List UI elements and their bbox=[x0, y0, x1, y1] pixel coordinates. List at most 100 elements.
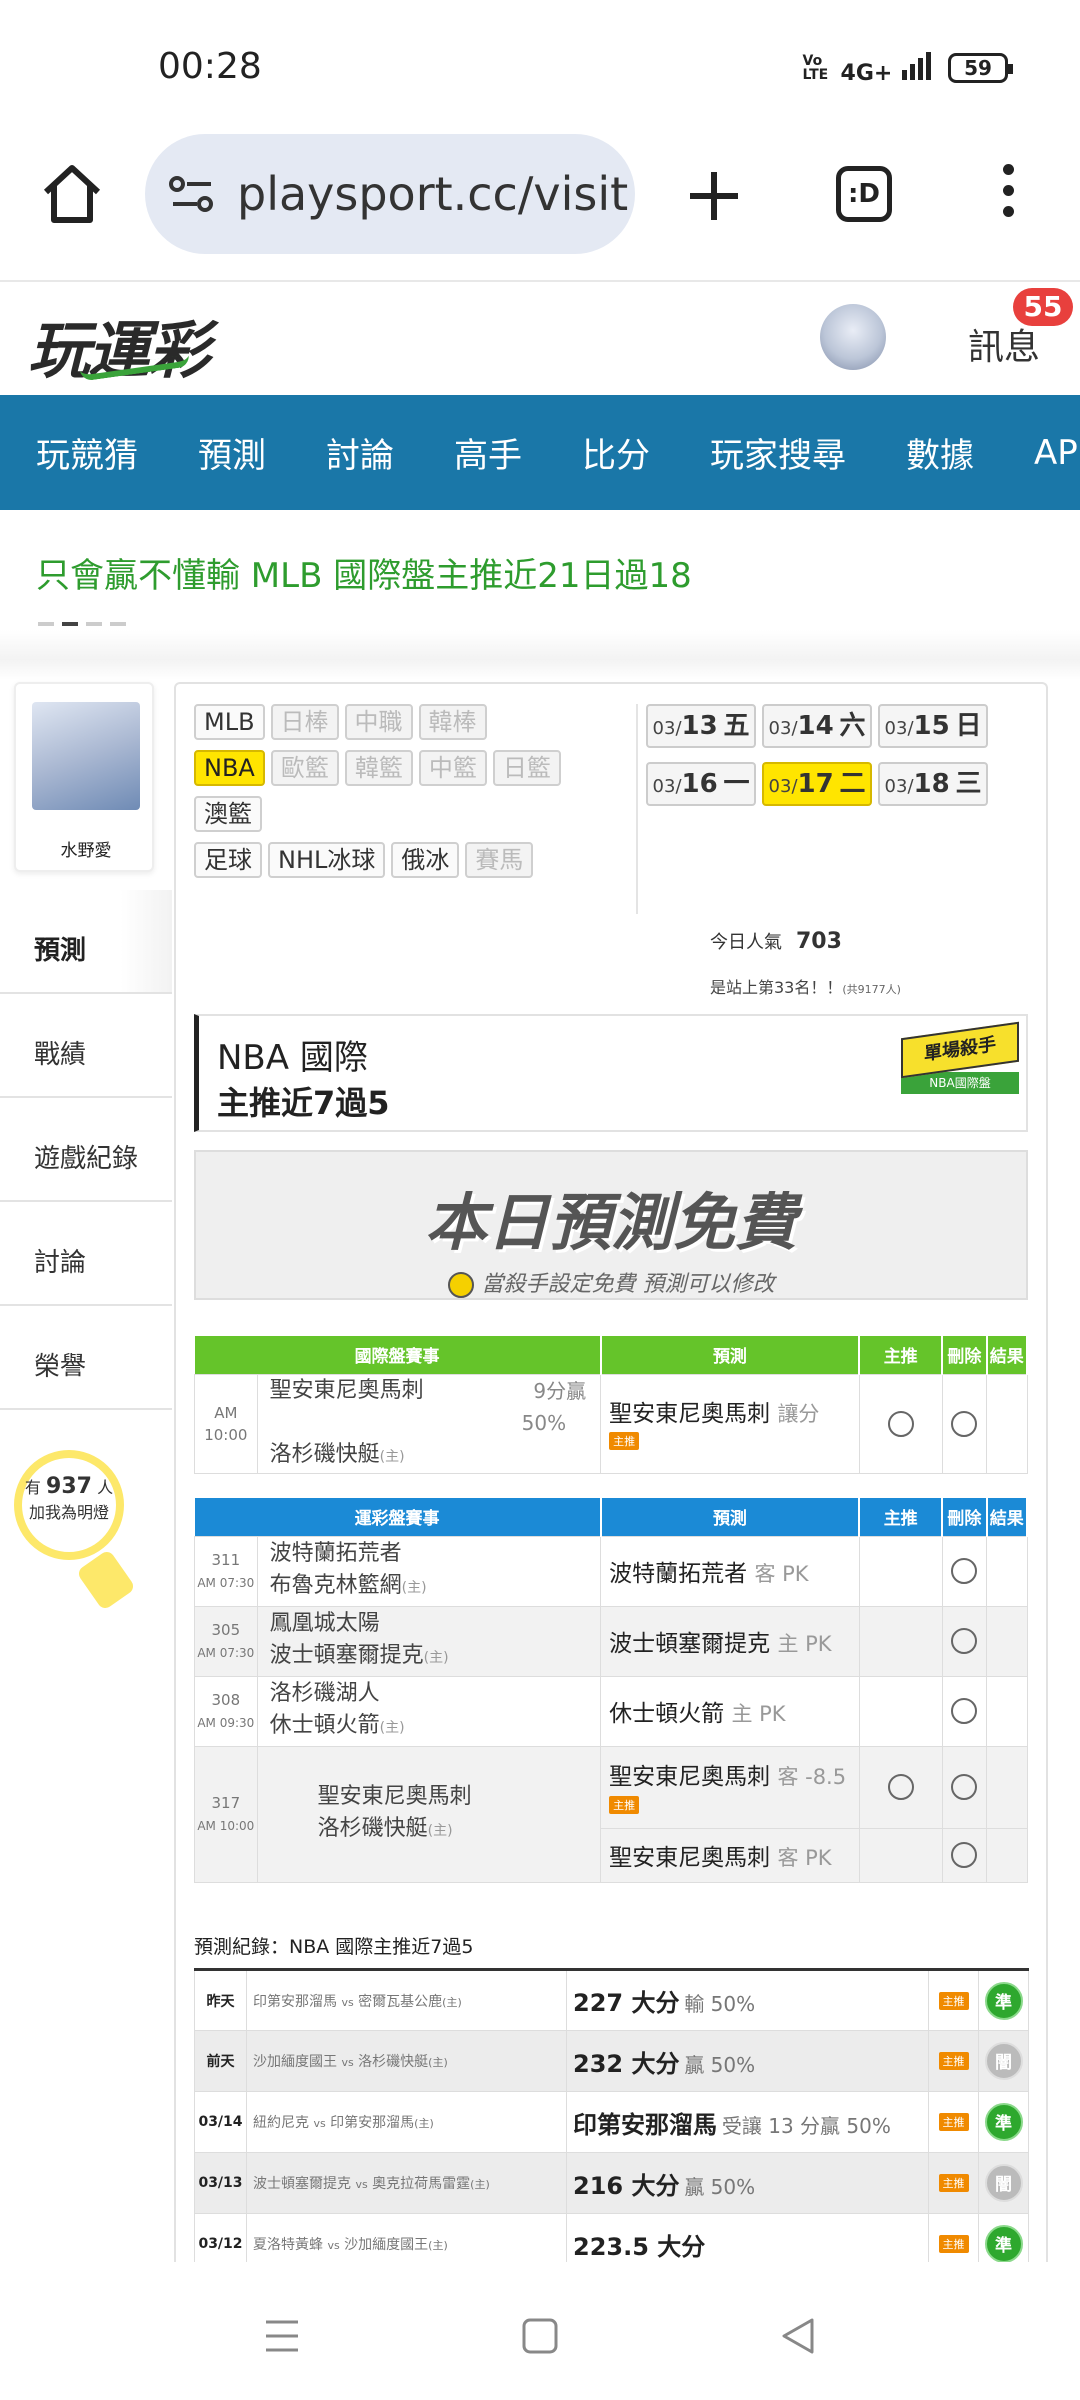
col-header: 主推 bbox=[859, 1336, 944, 1374]
matchup: 鳳凰城太陽 波士頓塞爾提克(主) bbox=[256, 1605, 602, 1677]
status-bar: 00:28 Vo LTE 4G+ 59 bbox=[0, 0, 1080, 120]
home-tag: (主) bbox=[379, 1448, 405, 1465]
delete-radio[interactable] bbox=[951, 1842, 978, 1868]
history-mark-cell: 準 bbox=[978, 1969, 1029, 2031]
nav-item-scores[interactable]: 比分 bbox=[582, 428, 650, 477]
team-home: 洛杉磯快艇 bbox=[317, 1816, 428, 1841]
side-tab-predict[interactable]: 預測 bbox=[0, 890, 172, 994]
team-away: 波特蘭拓荒者 bbox=[269, 1541, 402, 1566]
win-mark: 準 bbox=[984, 2225, 1023, 2263]
sport-chip-mlb[interactable]: MLB bbox=[194, 704, 265, 740]
sport-chip-khl[interactable]: 俄冰 bbox=[391, 842, 460, 878]
tab-switcher-button[interactable]: :D bbox=[836, 166, 892, 222]
ticker-dot[interactable] bbox=[38, 622, 54, 626]
url-bar[interactable]: playsport.cc/visit bbox=[145, 134, 635, 254]
date-button[interactable]: 03/18 三 bbox=[878, 762, 988, 806]
browser-toolbar: playsport.cc/visit :D bbox=[0, 120, 1080, 280]
home-nav-icon[interactable] bbox=[520, 2316, 560, 2356]
history-match[interactable]: 波士頓塞爾提克 vs 奧克拉荷馬雷霆(主) bbox=[246, 2152, 567, 2214]
nav-item-experts[interactable]: 高手 bbox=[454, 428, 522, 477]
delete-radio[interactable] bbox=[951, 1558, 978, 1584]
date-button[interactable]: 03/15 日 bbox=[878, 704, 988, 748]
url-text[interactable]: playsport.cc/visit bbox=[237, 167, 628, 221]
profile-name[interactable]: 水野愛 bbox=[16, 836, 156, 861]
popularity-label: 今日人氣 bbox=[710, 932, 782, 953]
side-tab-record[interactable]: 戰績 bbox=[0, 994, 172, 1098]
profile-avatar[interactable] bbox=[32, 702, 140, 810]
new-tab-icon[interactable] bbox=[680, 162, 748, 230]
main-pick-cell bbox=[858, 1535, 943, 1607]
recent-apps-icon[interactable] bbox=[262, 2316, 302, 2356]
delete-radio[interactable] bbox=[951, 1774, 978, 1800]
more-menu-icon[interactable] bbox=[996, 164, 1020, 228]
sport-chip-soccer[interactable]: 足球 bbox=[194, 842, 262, 878]
loss-mark: 闇 bbox=[984, 2164, 1023, 2202]
delete-radio[interactable] bbox=[951, 1410, 978, 1437]
pick-note: 客 -8.5 bbox=[777, 1765, 847, 1789]
nav-item-app[interactable]: APP bbox=[1034, 433, 1080, 473]
col-header: 國際盤賽事 bbox=[194, 1336, 602, 1374]
home-icon[interactable] bbox=[38, 160, 106, 228]
history-day: 前天 bbox=[194, 2030, 247, 2092]
nav-item-data[interactable]: 數據 bbox=[906, 428, 974, 477]
spread: 9分贏 bbox=[533, 1378, 587, 1403]
ticker-dot[interactable] bbox=[110, 622, 126, 626]
follow-lightbulb-button[interactable]: 有 937 人 加我為明燈 bbox=[14, 1450, 137, 1612]
delete-radio[interactable] bbox=[951, 1628, 978, 1654]
side-tab-game-log[interactable]: 遊戲紀錄 bbox=[0, 1098, 172, 1202]
headline-ticker[interactable]: 只會贏不懂輸 MLB 國際盤主推近21日過18 bbox=[36, 548, 692, 597]
result-cell bbox=[986, 1535, 1028, 1607]
team-home: 波士頓塞爾提克 bbox=[269, 1643, 424, 1668]
main-pick-tag: 主推 bbox=[938, 2052, 969, 2070]
history-tag-cell: 主推 bbox=[928, 2091, 979, 2153]
col-header: 預測 bbox=[600, 1336, 861, 1374]
ticker-dot[interactable] bbox=[62, 622, 78, 626]
history-match[interactable]: 沙加緬度國王 vs 洛杉磯快艇(主) bbox=[246, 2030, 567, 2092]
home-tag: (主) bbox=[401, 1580, 427, 1596]
side-tab-honors[interactable]: 榮譽 bbox=[0, 1306, 172, 1410]
history-result: 印第安那溜馬 受讓 13 分贏 50% bbox=[566, 2091, 929, 2153]
free-banner-subtitle-text: 當殺手設定免費 預測可以修改 bbox=[481, 1272, 775, 1297]
history-match[interactable]: 紐約尼克 vs 印第安那溜馬(主) bbox=[246, 2091, 567, 2153]
date-button[interactable]: 03/14 六 bbox=[762, 704, 872, 748]
signal-icon: 4G+ bbox=[841, 50, 934, 86]
history-match[interactable]: 印第安那溜馬 vs 密爾瓦基公鹿(主) bbox=[246, 1969, 567, 2031]
side-tab-discuss[interactable]: 討論 bbox=[0, 1202, 172, 1306]
result-cell bbox=[986, 1827, 1028, 1883]
sport-chip-nhl[interactable]: NHL冰球 bbox=[268, 842, 386, 878]
main-pick-radio[interactable] bbox=[887, 1410, 914, 1437]
user-avatar[interactable] bbox=[820, 304, 886, 370]
date-button-selected[interactable]: 03/17 二 bbox=[762, 762, 872, 806]
spread-pct: 50% bbox=[521, 1410, 567, 1435]
profile-card[interactable]: 水野愛 bbox=[14, 682, 154, 872]
delete-radio[interactable] bbox=[951, 1698, 978, 1724]
nav-item-guess[interactable]: 玩競猜 bbox=[36, 428, 138, 477]
site-logo[interactable]: 玩運彩 bbox=[28, 300, 210, 390]
col-header: 主推 bbox=[859, 1498, 944, 1536]
system-nav-bar bbox=[0, 2262, 1080, 2400]
col-header: 預測 bbox=[600, 1498, 861, 1536]
history-row: 03/13 波士頓塞爾提克 vs 奧克拉荷馬雷霆(主) 216 大分 贏 50%… bbox=[194, 2152, 1029, 2214]
matchup: 聖安東尼奧馬刺 洛杉磯快艇(主) bbox=[256, 1745, 602, 1883]
pick-note: 主 PK bbox=[777, 1632, 832, 1656]
date-button[interactable]: 03/16 一 bbox=[646, 762, 756, 806]
sport-chip-aus-basketball[interactable]: 澳籃 bbox=[194, 796, 262, 832]
nav-item-predict[interactable]: 預測 bbox=[198, 428, 266, 477]
site-settings-icon[interactable] bbox=[169, 174, 215, 214]
result-cell bbox=[986, 1605, 1028, 1677]
ticker-pagination bbox=[38, 622, 126, 626]
history-mark-cell: 準 bbox=[978, 2091, 1029, 2153]
pick: 波士頓塞爾提克 bbox=[609, 1631, 771, 1657]
popularity: 今日人氣 703 bbox=[710, 928, 842, 954]
killer-badge: 單場殺手 NBA國際盤 bbox=[901, 1021, 1019, 1110]
nav-item-player-search[interactable]: 玩家搜尋 bbox=[710, 428, 846, 477]
main-pick-radio[interactable] bbox=[887, 1774, 914, 1800]
back-icon[interactable] bbox=[778, 2316, 818, 2356]
date-button[interactable]: 03/13 五 bbox=[646, 704, 756, 748]
nav-item-discuss[interactable]: 討論 bbox=[326, 428, 394, 477]
main-pick-cell bbox=[858, 1745, 943, 1829]
sport-chip-nba[interactable]: NBA bbox=[194, 750, 265, 786]
ticker-dot[interactable] bbox=[86, 622, 102, 626]
win-mark: 準 bbox=[984, 1981, 1023, 2020]
main-pick-cell bbox=[858, 1827, 943, 1883]
